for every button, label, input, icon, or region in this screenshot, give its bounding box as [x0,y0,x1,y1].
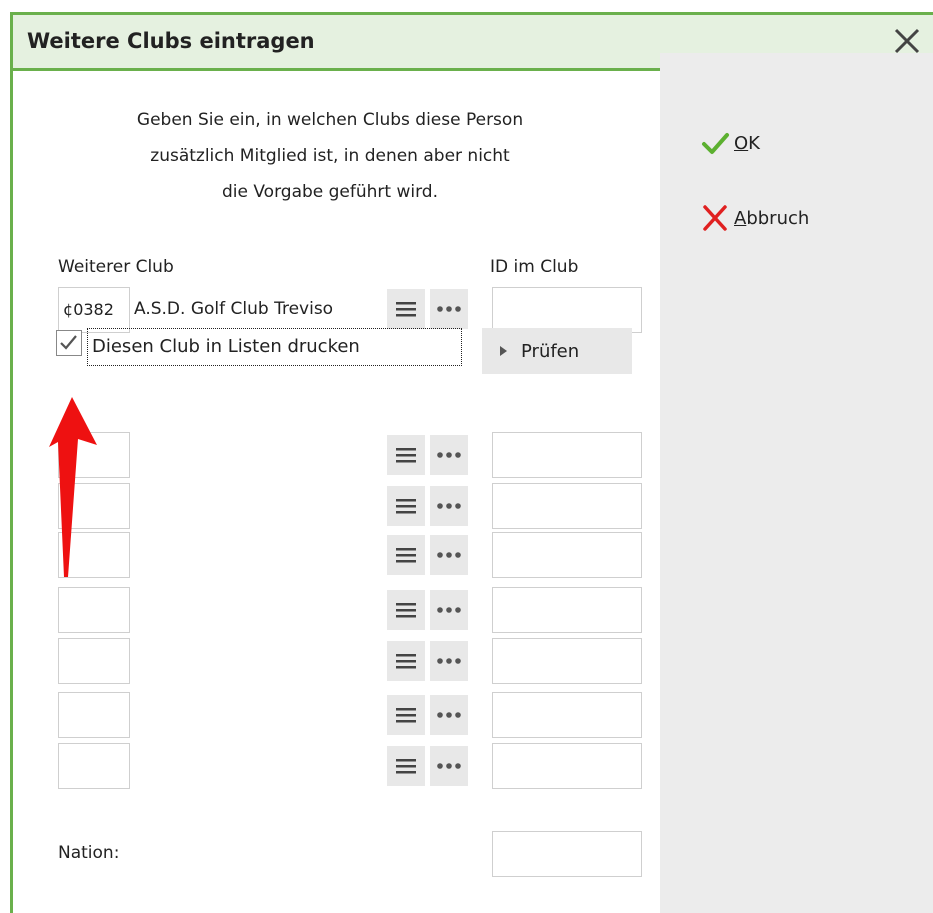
club-id-field[interactable] [492,287,642,333]
checkmark-icon [702,133,729,154]
more-icon [437,658,461,664]
list-icon [396,708,416,723]
club-number-field[interactable] [58,743,130,789]
more-icon [437,452,461,458]
club-more-button[interactable] [430,695,468,735]
club-more-button[interactable] [430,435,468,475]
more-icon [437,503,461,509]
list-icon [396,654,416,669]
club-name: A.S.D. Golf Club Treviso [134,299,334,319]
list-icon [396,499,416,514]
play-icon [500,346,507,356]
club-id-field[interactable] [492,483,642,529]
club-id-field[interactable] [492,743,642,789]
club-more-button[interactable] [430,486,468,526]
club-list-button[interactable] [387,289,425,329]
club-number-prefix: ¢ [63,300,74,319]
ok-mnemonic: O [734,132,749,154]
club-number-field[interactable] [58,692,130,738]
annotation-arrow [49,397,97,577]
club-id-field[interactable] [492,587,642,633]
club-id-field[interactable] [492,532,642,578]
list-icon [396,302,416,317]
club-more-button[interactable] [430,590,468,630]
check-icon [60,335,77,350]
club-list-button[interactable] [387,535,425,575]
pruefen-button[interactable]: Prüfen [482,328,632,374]
ok-label-rest: K [748,132,760,154]
more-icon [437,763,461,769]
club-more-button[interactable] [430,289,468,329]
club-id-field[interactable] [492,432,642,478]
club-list-button[interactable] [387,695,425,735]
cancel-label-rest: bbruch [746,207,810,229]
club-id-field[interactable] [492,638,642,684]
more-icon [437,552,461,558]
intro-line-1: Geben Sie ein, in welchen Clubs diese Pe… [136,110,524,130]
intro-line-2: zusätzlich Mitglied ist, in denen aber n… [150,146,510,166]
club-list-button[interactable] [387,435,425,475]
list-icon [396,603,416,618]
pruefen-label: Prüfen [521,340,580,362]
club-list-button[interactable] [387,486,425,526]
action-panel: OK Abbruch [660,53,933,913]
more-icon [437,712,461,718]
cancel-button[interactable]: Abbruch [700,204,809,232]
intro-text: Geben Sie ein, in welchen Clubs diese Pe… [70,102,590,210]
club-more-button[interactable] [430,535,468,575]
club-number-field[interactable]: ¢0382 [58,287,130,333]
nation-label: Nation: [58,843,120,863]
list-icon [396,448,416,463]
club-list-button[interactable] [387,590,425,630]
column-header-id: ID im Club [490,257,579,277]
dialog-title: Weitere Clubs eintragen [27,29,315,53]
club-more-button[interactable] [430,746,468,786]
club-number-value: 0382 [73,300,114,319]
more-icon [437,607,461,613]
club-more-button[interactable] [430,641,468,681]
list-icon [396,759,416,774]
more-icon [437,306,461,312]
print-in-lists-label[interactable]: Diesen Club in Listen drucken [87,328,462,366]
print-in-lists-checkbox[interactable] [56,330,82,356]
ok-button[interactable]: OK [700,129,760,157]
cross-icon [703,205,727,231]
column-header-club: Weiterer Club [58,257,174,277]
list-icon [396,548,416,563]
club-number-field[interactable] [58,587,130,633]
nation-field[interactable] [492,831,642,877]
cancel-mnemonic: A [734,207,747,229]
club-number-field[interactable] [58,638,130,684]
club-list-button[interactable] [387,746,425,786]
club-id-field[interactable] [492,692,642,738]
club-list-button[interactable] [387,641,425,681]
intro-line-3: die Vorgabe geführt wird. [222,182,438,202]
